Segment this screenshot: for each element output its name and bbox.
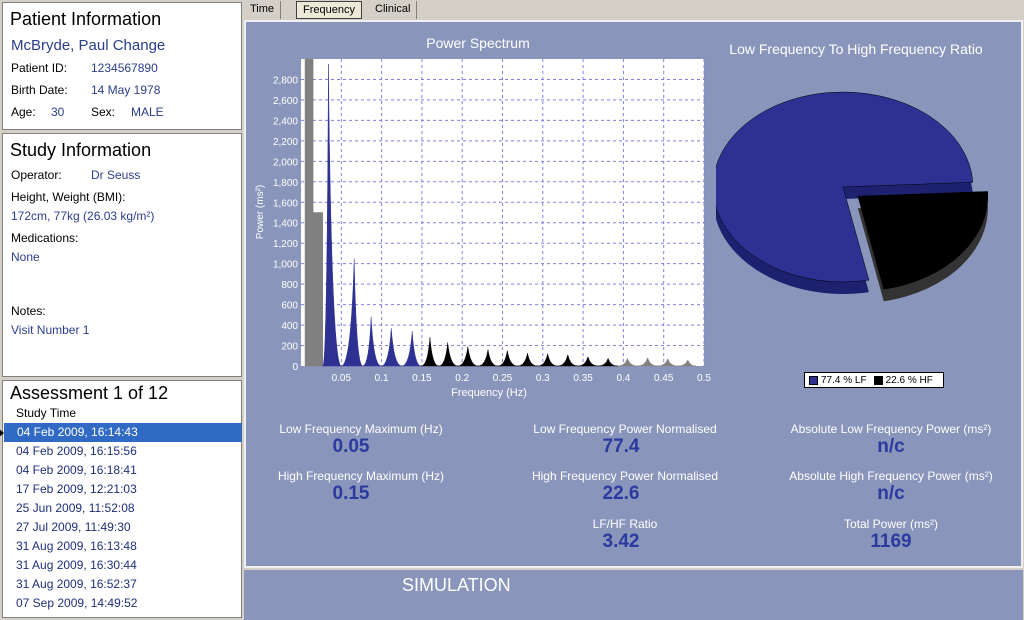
patient-info-panel: Patient Information McBryde, Paul Change… <box>2 2 242 130</box>
assessment-list-item[interactable]: 31 Aug 2009, 16:52:37 <box>4 575 242 594</box>
spectrum-peak-vlf <box>304 58 314 367</box>
sex-label: Sex: <box>91 105 116 119</box>
assessment-list-item[interactable]: 25 Jun 2009, 11:52:08 <box>4 499 242 518</box>
spectrum-x-tick: 0.1 <box>375 373 389 384</box>
total-power-value: 1169 <box>870 531 912 552</box>
assessment-list-item[interactable]: 27 Jul 2009, 11:49:30 <box>4 518 242 537</box>
spectrum-y-label: Power (ms²) <box>255 185 266 239</box>
assessment-heading: Assessment 1 of 12 <box>10 383 169 403</box>
spectrum-y-tick: 800 <box>281 280 298 291</box>
operator-label: Operator: <box>11 168 62 182</box>
assessment-list-item[interactable]: 31 Aug 2009, 16:13:48 <box>4 537 242 556</box>
frequency-panel: Power Spectrum 0 200 400 600 800 1,000 1,200 1,… <box>244 20 1023 568</box>
spectrum-y-tick: 2,000 <box>273 157 298 168</box>
spectrum-x-tick: 0.25 <box>493 373 513 384</box>
spectrum-y-tick: 2,600 <box>273 96 298 107</box>
tab-bar: Time Frequency Clinical <box>244 0 1024 20</box>
hf-max-value: 0.15 <box>332 483 370 504</box>
left-panel: Patient Information McBryde, Paul Change… <box>0 0 243 620</box>
pie-title: Low Frequency To High Frequency Ratio <box>729 41 983 57</box>
assessment-panel: Assessment 1 of 12 Study Time 04 Feb 200… <box>0 380 242 618</box>
spectrum-x-tick: 0.5 <box>697 373 711 384</box>
spectrum-y-tick: 1,600 <box>273 198 298 209</box>
assessment-list-item[interactable]: 04 Feb 2009, 16:14:43 <box>0 423 242 442</box>
patient-id-value: 1234567890 <box>91 61 158 75</box>
lf-norm-value: 77.4 <box>602 436 640 457</box>
spectrum-y-tick: 1,400 <box>273 219 298 230</box>
birth-date-value: 14 May 1978 <box>91 83 161 97</box>
simulation-label: SIMULATION <box>402 575 511 595</box>
lf-norm-label: Low Frequency Power Normalised <box>533 422 717 436</box>
spectrum-x-tick: 0.05 <box>332 373 352 384</box>
ratio-label: LF/HF Ratio <box>592 517 658 531</box>
tab-time[interactable]: Time <box>244 1 282 19</box>
spectrum-y-tick: 1,200 <box>273 239 298 250</box>
abs-hf-label: Absolute High Frequency Power (ms²) <box>789 469 993 483</box>
abs-lf-label: Absolute Low Frequency Power (ms²) <box>790 422 992 436</box>
hf-norm-label: High Frequency Power Normalised <box>531 469 719 483</box>
spectrum-y-tick: 2,800 <box>273 75 298 86</box>
assessment-list-item[interactable]: 31 Aug 2009, 16:30:44 <box>4 556 242 575</box>
spectrum-peak-vlf <box>312 212 324 367</box>
spectrum-y-tick: 0 <box>292 362 298 373</box>
lf-max-label: Low Frequency Maximum (Hz) <box>279 422 443 436</box>
patient-name: McBryde, Paul Change <box>11 37 166 54</box>
lf-legend-label: 77.4 % LF <box>821 374 867 386</box>
operator-value: Dr Seuss <box>91 168 141 182</box>
height-weight-value: 172cm, 77kg (26.03 kg/m²) <box>11 209 155 223</box>
patient-id-label: Patient ID: <box>11 61 68 75</box>
lf-legend-swatch <box>809 375 818 385</box>
hf-norm-value: 22.6 <box>602 483 640 504</box>
spectrum-x-tick: 0.15 <box>412 373 432 384</box>
tab-clinical[interactable]: Clinical <box>369 1 418 19</box>
spectrum-y-tick: 400 <box>281 321 298 332</box>
spectrum-x-tick: 0.2 <box>455 373 469 384</box>
pie-legend: 77.4 % LF 22.6 % HF <box>804 372 944 388</box>
medications-label: Medications: <box>11 231 79 245</box>
hf-legend-swatch <box>873 375 883 385</box>
notes-label: Notes: <box>11 304 46 318</box>
ratio-value: 3.42 <box>602 531 640 552</box>
spectrum-x-tick: 0.45 <box>654 373 674 384</box>
spectrum-x-tick: 0.4 <box>616 373 630 384</box>
status-bar: SIMULATION <box>244 570 1023 620</box>
power-spectrum-chart: Power Spectrum 0 200 400 600 800 1,000 1,200 1,… <box>255 35 711 399</box>
spectrum-x-tick: 0.3 <box>536 373 550 384</box>
height-weight-label: Height, Weight (BMI): <box>11 190 126 204</box>
lf-max-value: 0.05 <box>332 436 370 457</box>
spectrum-y-tick: 1,000 <box>273 260 298 271</box>
assessment-list-item[interactable]: 07 Sep 2009, 14:49:52 <box>4 594 242 613</box>
study-time-column-header: Study Time <box>16 406 77 420</box>
assessment-list-item[interactable]: 17 Feb 2009, 12:21:03 <box>4 480 242 499</box>
spectrum-x-tick: 0.35 <box>573 373 593 384</box>
study-info-heading: Study Information <box>10 140 152 160</box>
medications-value: None <box>11 250 40 264</box>
spectrum-y-tick: 2,400 <box>273 116 298 127</box>
spectrum-y-tick: 2,200 <box>273 137 298 148</box>
spectrum-y-tick: 200 <box>281 342 298 353</box>
age-value: 30 <box>51 105 65 119</box>
hf-max-label: High Frequency Maximum (Hz) <box>277 469 445 483</box>
spectrum-title: Power Spectrum <box>426 35 529 51</box>
tab-frequency[interactable]: Frequency <box>296 1 362 19</box>
selected-row-arrow-icon <box>0 428 4 438</box>
study-info-panel: Study Information Operator: Dr Seuss Hei… <box>2 133 242 377</box>
spectrum-x-label: Frequency (Hz) <box>451 387 527 399</box>
lf-hf-ratio-chart: Low Frequency To High Frequency Ratio <box>716 41 989 302</box>
spectrum-y-tick: 1,800 <box>273 178 298 189</box>
abs-hf-value: n/c <box>877 483 905 504</box>
age-label: Age: <box>11 105 36 119</box>
assessment-list-item[interactable]: 04 Feb 2009, 16:15:56 <box>4 442 242 461</box>
abs-lf-value: n/c <box>877 436 905 457</box>
notes-value: Visit Number 1 <box>11 323 90 337</box>
hf-legend-label: 22.6 % HF <box>885 374 933 386</box>
assessment-list-item[interactable]: 04 Feb 2009, 16:18:41 <box>4 461 242 480</box>
birth-date-label: Birth Date: <box>11 83 68 97</box>
total-power-label: Total Power (ms²) <box>843 517 938 531</box>
spectrum-y-tick: 600 <box>281 301 298 312</box>
sex-value: MALE <box>131 105 164 119</box>
patient-info-heading: Patient Information <box>10 9 162 29</box>
